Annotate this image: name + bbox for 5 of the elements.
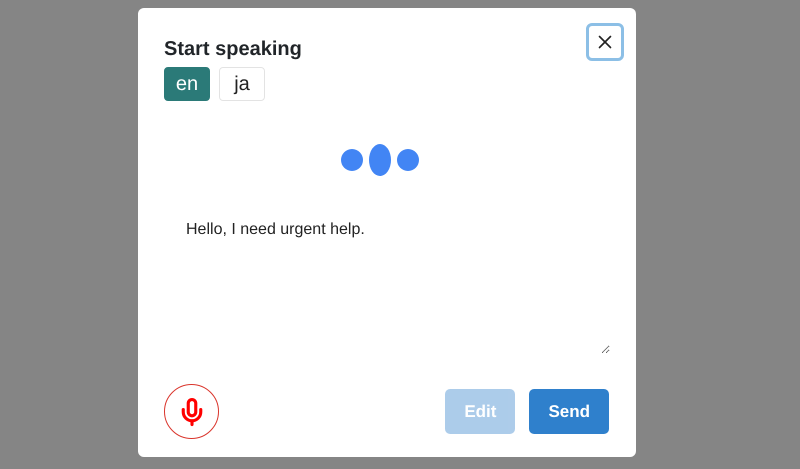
- language-tab[interactable]: en: [164, 67, 210, 101]
- language-tab[interactable]: ja: [219, 67, 265, 101]
- dialog-title: Start speaking: [164, 38, 302, 61]
- close-button[interactable]: [586, 23, 624, 61]
- send-button[interactable]: Send: [529, 389, 609, 434]
